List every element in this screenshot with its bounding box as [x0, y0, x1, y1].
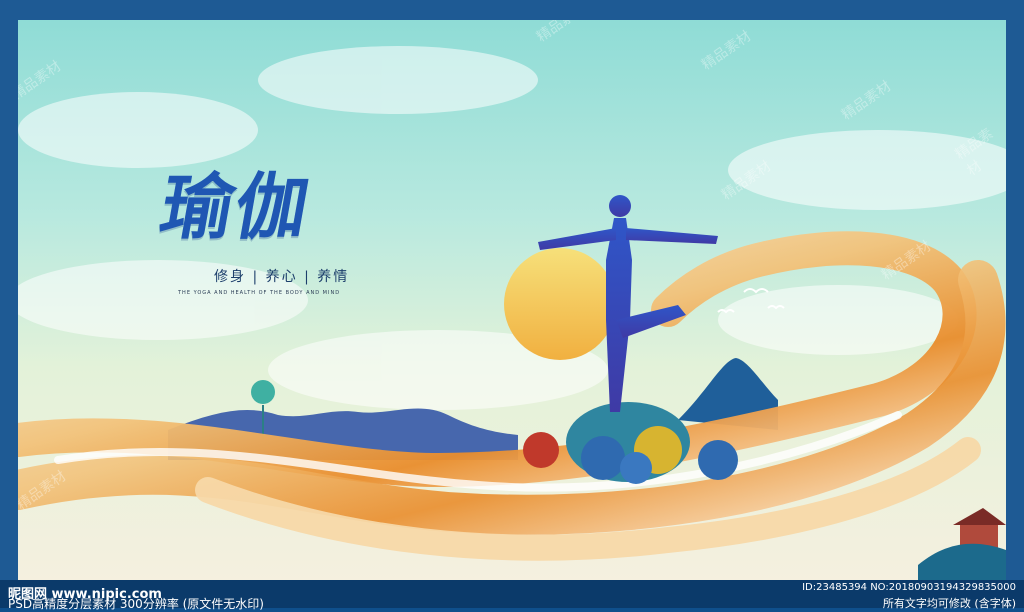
poster-subtitle: 修身 | 养心 | 养情 — [214, 269, 350, 285]
poster-title: 瑜伽 — [154, 164, 318, 249]
footer-bar: 昵图网 www.nipic.com PSD高精度分层素材 300分辨率 (原文件… — [0, 580, 1024, 611]
poster-tiny-text: THE YOGA AND HEALTH OF THE BODY AND MIND — [178, 290, 341, 296]
psd-info: PSD高精度分层素材 300分辨率 (原文件无水印) — [8, 597, 264, 611]
pavilion — [918, 508, 1006, 580]
edit-note: 所有文字均可修改 (含字体) — [882, 597, 1016, 610]
sun — [504, 248, 616, 360]
poster-canvas: 精品素材 精品素材 精品素材 精品素材 精品素材 精品素材 精品素材 精品素材 … — [18, 20, 1006, 580]
id-line: ID:23485394 NO:20180903194329835000 — [802, 582, 1016, 593]
